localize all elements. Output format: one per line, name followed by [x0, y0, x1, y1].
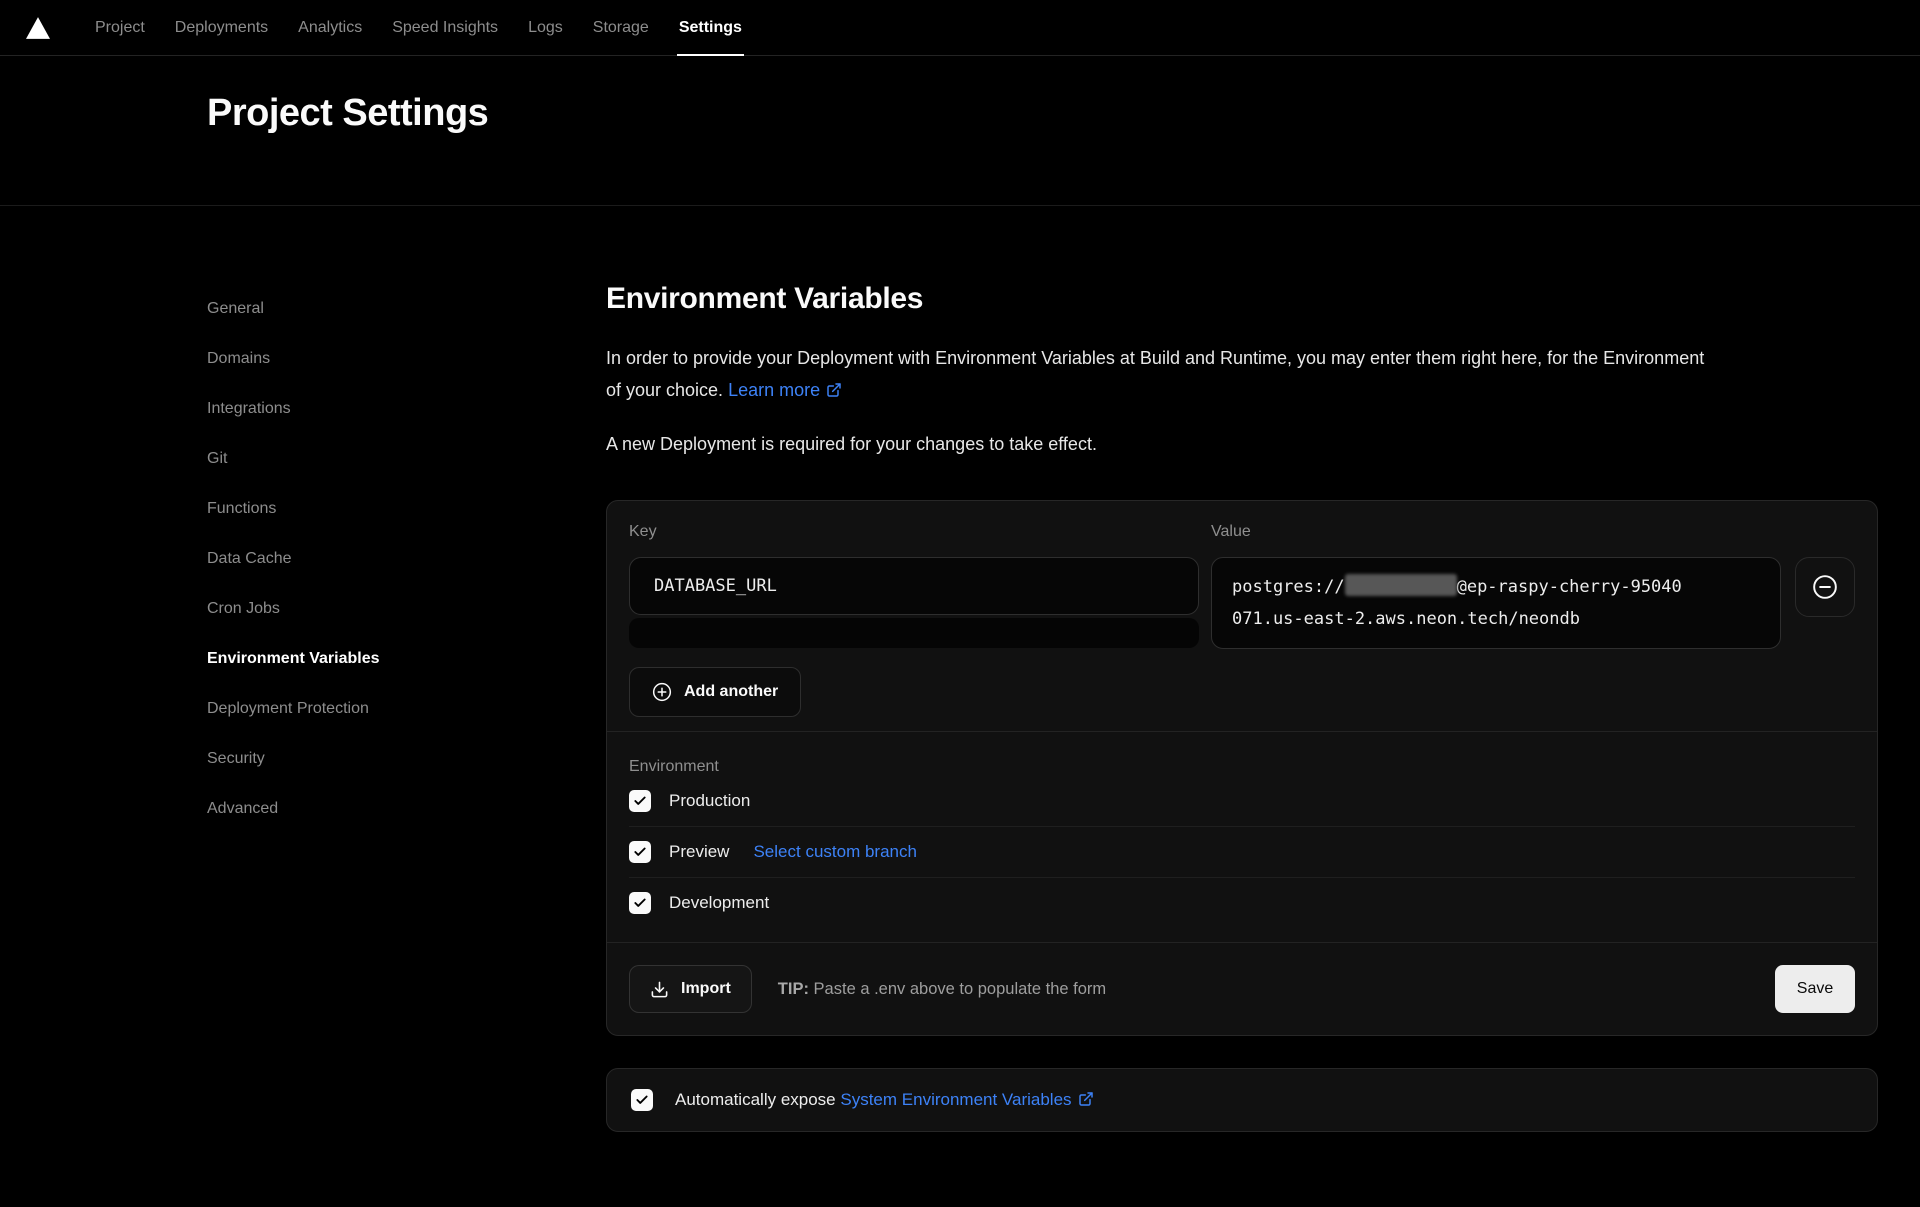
key-column: [629, 557, 1199, 648]
remove-row-button[interactable]: [1795, 557, 1855, 617]
environment-name: Preview: [669, 842, 729, 862]
import-label: Import: [681, 980, 731, 998]
save-button[interactable]: Save: [1775, 965, 1855, 1013]
tip-body: Paste a .env above to populate the form: [814, 980, 1107, 998]
intro-text: In order to provide your Deployment with…: [606, 342, 1878, 406]
preview-checkbox[interactable]: [629, 841, 651, 863]
checkmark-icon: [633, 845, 647, 859]
external-link-icon: [826, 382, 842, 398]
sidebar-item-domains[interactable]: Domains: [207, 334, 606, 384]
learn-more-link[interactable]: Learn more: [728, 380, 842, 400]
sidebar-item-security[interactable]: Security: [207, 734, 606, 784]
minus-circle-icon: [1812, 574, 1838, 600]
sidebar-item-data-cache[interactable]: Data Cache: [207, 534, 606, 584]
select-custom-branch-link[interactable]: Select custom branch: [753, 842, 916, 862]
page: Project Deployments Analytics Speed Insi…: [0, 0, 1920, 1207]
download-icon: [650, 980, 669, 999]
value-host-part2: 071.us-east-2.aws.neon.tech/neondb: [1232, 609, 1580, 629]
field-labels-row: Key Value: [629, 523, 1855, 541]
key-input[interactable]: [629, 557, 1199, 615]
nav-item-project[interactable]: Project: [80, 0, 160, 55]
add-another-button[interactable]: Add another: [629, 667, 801, 717]
redeploy-note: A new Deployment is required for your ch…: [606, 428, 1878, 460]
sidebar-item-git[interactable]: Git: [207, 434, 606, 484]
sidebar-item-integrations[interactable]: Integrations: [207, 384, 606, 434]
add-another-label: Add another: [684, 683, 778, 701]
learn-more-label: Learn more: [728, 380, 820, 400]
page-title: Project Settings: [207, 92, 1920, 135]
environment-name: Development: [669, 893, 769, 913]
section-title: Environment Variables: [606, 282, 1878, 316]
intro-line2: of your choice.: [606, 380, 723, 400]
external-link-icon: [1078, 1091, 1094, 1107]
nav-item-deployments[interactable]: Deployments: [160, 0, 283, 55]
checkmark-icon: [633, 794, 647, 808]
sidebar-item-cron-jobs[interactable]: Cron Jobs: [207, 584, 606, 634]
system-env-link-label: System Environment Variables: [840, 1090, 1071, 1109]
auto-expose-checkbox[interactable]: [631, 1089, 653, 1111]
nav-item-analytics[interactable]: Analytics: [283, 0, 377, 55]
import-button[interactable]: Import: [629, 965, 752, 1013]
vercel-logo-icon[interactable]: [24, 0, 52, 55]
sidebar-item-advanced[interactable]: Advanced: [207, 784, 606, 834]
production-checkbox[interactable]: [629, 790, 651, 812]
value-prefix: postgres://: [1232, 577, 1345, 597]
main-content: Environment Variables In order to provid…: [606, 206, 1878, 1132]
env-var-form-card: Key Value postgres:// @ep-raspy-cherry-95…: [606, 500, 1878, 1036]
sidebar-item-general[interactable]: General: [207, 284, 606, 334]
form-footer: Import TIP: Paste a .env above to popula…: [629, 943, 1855, 1013]
top-nav: Project Deployments Analytics Speed Insi…: [0, 0, 1920, 56]
value-host-part1: @ep-raspy-cherry-95040: [1457, 577, 1682, 597]
value-label: Value: [1211, 523, 1251, 541]
sidebar-item-environment-variables[interactable]: Environment Variables: [207, 634, 606, 684]
system-env-variables-link[interactable]: System Environment Variables: [840, 1090, 1093, 1109]
system-env-card: Automatically expose System Environment …: [606, 1068, 1878, 1132]
environment-label: Environment: [629, 758, 1855, 776]
nav-item-storage[interactable]: Storage: [578, 0, 664, 55]
checkmark-icon: [633, 896, 647, 910]
divider: [607, 731, 1877, 732]
auto-expose-text: Automatically expose: [675, 1090, 836, 1109]
key-label: Key: [629, 523, 1211, 541]
redacted-secret: [1345, 574, 1457, 596]
checkmark-icon: [635, 1093, 649, 1107]
key-input-extra-row[interactable]: [629, 618, 1199, 648]
value-input[interactable]: postgres:// @ep-raspy-cherry-95040 071.us-…: [1211, 557, 1781, 649]
tip-bold: TIP:: [778, 980, 809, 998]
environment-row-preview: Preview Select custom branch: [629, 827, 1855, 877]
plus-circle-icon: [652, 682, 672, 702]
sidebar-item-deployment-protection[interactable]: Deployment Protection: [207, 684, 606, 734]
body: General Domains Integrations Git Functio…: [0, 206, 1920, 1132]
nav-item-logs[interactable]: Logs: [513, 0, 578, 55]
intro-line1: In order to provide your Deployment with…: [606, 348, 1704, 368]
key-value-row: postgres:// @ep-raspy-cherry-95040 071.us-…: [629, 557, 1855, 649]
environment-row-production: Production: [629, 776, 1855, 826]
development-checkbox[interactable]: [629, 892, 651, 914]
nav-item-settings[interactable]: Settings: [664, 0, 757, 55]
settings-sidebar: General Domains Integrations Git Functio…: [207, 206, 606, 1132]
page-header: Project Settings: [0, 56, 1920, 206]
auto-expose-label: Automatically expose System Environment …: [675, 1090, 1094, 1110]
sidebar-item-functions[interactable]: Functions: [207, 484, 606, 534]
nav-item-speed-insights[interactable]: Speed Insights: [377, 0, 513, 55]
tip-text: TIP: Paste a .env above to populate the …: [778, 980, 1106, 999]
environment-row-development: Development: [629, 878, 1855, 928]
environment-name: Production: [669, 791, 750, 811]
